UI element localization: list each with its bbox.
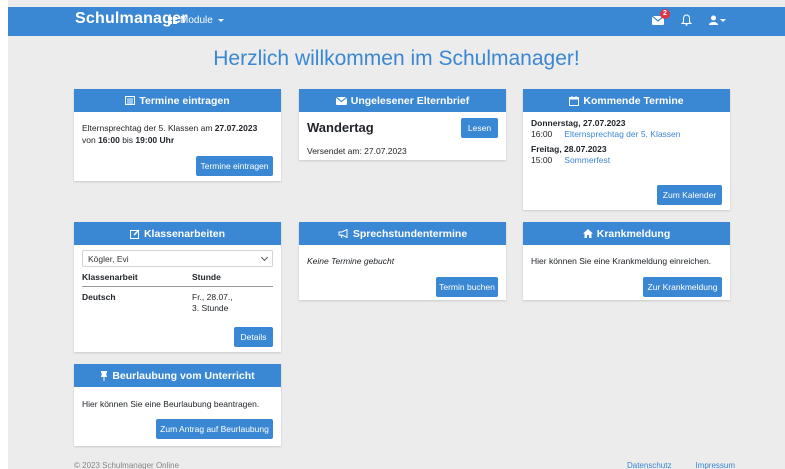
card-header: Beurlaubung vom Unterricht <box>74 364 281 387</box>
card-title: Beurlaubung vom Unterricht <box>112 369 255 382</box>
beurlaubung-text: Hier können Sie eine Beurlaubung beantra… <box>82 399 260 409</box>
krankmeldung-text: Hier können Sie eine Krankmeldung einrei… <box>531 256 712 266</box>
elternbrief-title[interactable]: Wandertag <box>307 120 374 135</box>
calendar-list-icon <box>125 96 136 105</box>
termin-day: Donnerstag, 27.07.2023 <box>531 118 626 128</box>
caret-down-icon <box>217 19 224 22</box>
termin-entry: 16:00 Elternsprechtag der 5. Klassen <box>531 129 722 140</box>
impressum-link[interactable]: Impressum <box>695 461 735 469</box>
card-elternbrief: Ungelesener Elternbrief Wandertag Lesen … <box>299 89 506 160</box>
klassenarbeiten-table: Klassenarbeit Stunde Deutsch Fr., 28.07.… <box>82 269 273 314</box>
table-row: Deutsch Fr., 28.07., 3. Stunde <box>82 287 273 315</box>
termin-buchen-button[interactable]: Termin buchen <box>436 277 498 297</box>
card-body: Donnerstag, 27.07.2023 16:00 Elternsprec… <box>523 112 730 174</box>
footer-links: Datenschutz Impressum <box>627 461 735 469</box>
bell-icon <box>680 14 692 26</box>
card-title: Kommende Termine <box>583 94 684 107</box>
navbar-right: 2 <box>651 9 727 27</box>
pin-icon <box>101 370 108 381</box>
module-menu-button[interactable]: Module <box>168 15 224 26</box>
card-beurlaubung: Beurlaubung vom Unterricht Hier können S… <box>74 364 281 446</box>
zum-kalender-button[interactable]: Zum Kalender <box>657 185 722 205</box>
mail-badge: 2 <box>660 9 670 19</box>
user-menu-button[interactable] <box>707 13 727 27</box>
termin-time: 16:00 <box>531 129 553 139</box>
termin-time: 15:00 <box>531 155 553 165</box>
card-header: Kommende Termine <box>523 89 730 112</box>
top-navbar: Schulmanager Module 2 <box>8 7 785 36</box>
no-appointments-text: Keine Termine gebucht <box>307 256 395 266</box>
termin-day: Freitag, 28.07.2023 <box>531 144 607 154</box>
module-menu-label: Module <box>180 15 213 26</box>
chevron-down-icon <box>260 253 269 261</box>
user-icon <box>708 15 718 25</box>
termin-from: 16:00 <box>98 135 120 145</box>
zur-krankmeldung-button[interactable]: Zur Krankmeldung <box>643 277 722 297</box>
card-header: Krankmeldung <box>523 222 730 245</box>
card-body: Kögler, Evi Klassenarbeit Stunde Deutsch… <box>74 245 281 314</box>
card-title: Klassenarbeiten <box>143 227 226 240</box>
table-header-row: Klassenarbeit Stunde <box>82 269 273 287</box>
footer-copyright: © 2023 Schulmanager Online <box>74 461 180 469</box>
edit-icon <box>129 228 140 239</box>
card-header: Ungelesener Elternbrief <box>299 89 506 112</box>
card-body: Hier können Sie eine Beurlaubung beantra… <box>74 387 281 418</box>
lesen-button[interactable]: Lesen <box>461 118 498 138</box>
when-cell: Fr., 28.07., 3. Stunde <box>192 287 273 315</box>
antrag-beurlaubung-button[interactable]: Zum Antrag auf Beurlaubung <box>156 419 273 439</box>
grid-icon <box>168 17 177 24</box>
card-title: Ungelesener Elternbrief <box>350 94 470 107</box>
termin-date: 27.07.2023 <box>214 123 258 133</box>
details-button[interactable]: Details <box>234 327 273 347</box>
student-select[interactable]: Kögler, Evi <box>82 250 273 267</box>
elternbrief-sent: Versendet am: 27.07.2023 <box>307 146 407 156</box>
column-header: Klassenarbeit <box>82 269 192 287</box>
datenschutz-link[interactable]: Datenschutz <box>627 461 671 469</box>
card-header: Termine eintragen <box>74 89 281 112</box>
termin-event-link[interactable]: Sommerfest <box>564 155 610 166</box>
card-title: Termine eintragen <box>139 94 230 107</box>
mail-button[interactable]: 2 <box>651 9 670 27</box>
termin-text: Elternsprechtag der 5. Klassen am <box>82 123 215 133</box>
column-header: Stunde <box>192 269 273 287</box>
caret-down-icon <box>719 18 726 22</box>
notifications-button[interactable] <box>679 13 693 27</box>
card-header: Sprechstundentermine <box>299 222 506 245</box>
card-termine-eintragen: Termine eintragen Elternsprechtag der 5.… <box>74 89 281 181</box>
card-title: Sprechstundentermine <box>352 227 468 240</box>
termin-to: 19:00 Uhr <box>135 135 175 145</box>
card-kommende-termine: Kommende Termine Donnerstag, 27.07.2023 … <box>523 89 730 210</box>
home-icon <box>582 229 593 238</box>
card-sprechstunden: Sprechstundentermine Keine Termine gebuc… <box>299 222 506 300</box>
termin-text-von: von <box>82 135 99 145</box>
when-line: Fr., 28.07., <box>192 292 233 302</box>
termine-eintragen-button[interactable]: Termine eintragen <box>196 156 273 176</box>
student-select-value: Kögler, Evi <box>88 253 129 264</box>
when-line: 3. Stunde <box>192 303 229 313</box>
card-body: Hier können Sie eine Krankmeldung einrei… <box>523 245 730 275</box>
subject-cell: Deutsch <box>82 292 116 302</box>
envelope-icon <box>335 96 347 105</box>
card-title: Krankmeldung <box>596 227 671 240</box>
card-header: Klassenarbeiten <box>74 222 281 245</box>
megaphone-icon <box>338 229 348 238</box>
termin-event-link[interactable]: Elternsprechtag der 5. Klassen <box>564 129 680 140</box>
app-frame: Schulmanager Module 2 Herzlich willkomme… <box>8 0 785 469</box>
termin-text-bis: bis <box>119 135 136 145</box>
page-title: Herzlich willkommen im Schulmanager! <box>213 47 580 70</box>
termin-entry: 15:00 Sommerfest <box>531 155 722 166</box>
card-body: Elternsprechtag der 5. Klassen am 27.07.… <box>74 112 281 154</box>
card-krankmeldung: Krankmeldung Hier können Sie eine Krankm… <box>523 222 730 300</box>
card-body: Keine Termine gebucht <box>299 245 506 275</box>
calendar-icon <box>569 95 580 106</box>
card-klassenarbeiten: Klassenarbeiten Kögler, Evi Klassenarbei… <box>74 222 281 352</box>
